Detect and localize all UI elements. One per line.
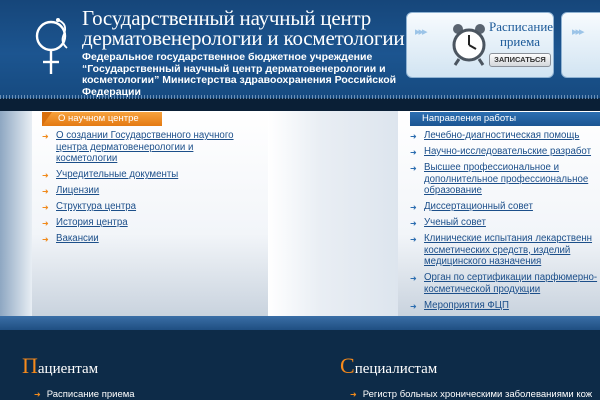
tab-work-directions[interactable]: Направления работы (410, 112, 600, 126)
arrow-bullet-icon: ➜ (410, 164, 417, 173)
fcp-events-link[interactable]: Мероприятия ФЦП (424, 300, 509, 311)
arrow-bullet-icon: ➜ (42, 187, 49, 196)
list-item: ➜ Учредительные документы (42, 169, 257, 181)
second-widget[interactable]: ▸▸▸ (561, 12, 600, 78)
list-item: ➜ О создании Государственного научного це… (42, 130, 257, 165)
arrow-bullet-icon: ➜ (350, 390, 357, 399)
arrow-bullet-icon: ➜ (42, 235, 49, 244)
signup-button[interactable]: ЗАПИСАТЬСЯ (489, 53, 551, 67)
blue-band (0, 316, 600, 330)
schedule-widget[interactable]: ▸▸▸ Расписание приема ЗАПИСАТЬСЯ (406, 12, 554, 78)
alarm-clock-icon (452, 24, 486, 66)
specialists-heading[interactable]: Специалистам (340, 353, 438, 379)
panel-mid-divider (268, 111, 398, 316)
site-title-line2: дерматовенерологии и косметологии (82, 26, 405, 50)
patients-initial: П (22, 353, 38, 378)
list-item: ➜ Вакансии (42, 233, 257, 245)
specialists-item-label: Регистр больных хроническими заболевания… (362, 389, 593, 400)
list-item: ➜ Ученый совет (410, 217, 600, 229)
medical-care-link[interactable]: Лечебно-диагностическая помощь (424, 130, 579, 141)
medical-logo-icon[interactable] (34, 14, 76, 78)
list-item: ➜ Диссертационный совет (410, 201, 600, 213)
arrow-bullet-icon: ➜ (410, 148, 417, 157)
list-item: ➜ Орган по сертификации парфюмерно- косме… (410, 272, 600, 295)
arrow-bullet-icon: ➜ (410, 219, 417, 228)
arrow-bullet-icon: ➜ (410, 235, 417, 244)
list-item: ➜ Мероприятия ФЦП (410, 300, 600, 312)
arrow-bullet-icon: ➜ (42, 171, 49, 180)
dissertation-council-link[interactable]: Диссертационный совет (424, 201, 533, 212)
arrows-icon: ▸▸▸ (572, 26, 585, 38)
academic-council-link[interactable]: Ученый совет (424, 217, 486, 228)
list-item: ➜ История центра (42, 217, 257, 229)
arrow-bullet-icon: ➜ (42, 219, 49, 228)
site-title-line1: Государственный научный центр (82, 6, 372, 30)
schedule-title: Расписание приема (489, 19, 554, 49)
list-item: ➜ Высшее профессиональное и дополнительно… (410, 162, 600, 197)
list-item: ➜ Лицензии (42, 185, 257, 197)
work-directions-list: ➜ Лечебно-диагностическая помощь ➜ Научно-… (410, 130, 600, 316)
dark-bar (0, 99, 600, 111)
clinical-trials-link[interactable]: Клинические испытания лекарственн космет… (424, 233, 592, 267)
tab-about-center[interactable]: О научном центре (42, 112, 162, 126)
arrow-bullet-icon: ➜ (410, 274, 417, 283)
patients-rest: ациентам (37, 361, 99, 377)
arrow-bullet-icon: ➜ (410, 301, 417, 311)
patients-item[interactable]: ➜ Расписание приема (34, 389, 135, 400)
schedule-title-line2: приема (499, 34, 541, 49)
specialists-rest: пециалистам (354, 361, 438, 377)
specialists-initial: С (340, 353, 355, 378)
patients-heading[interactable]: Пациентам (22, 353, 99, 379)
licenses-link[interactable]: Лицензии (56, 185, 99, 196)
site-header: Государственный научный центр дерматовен… (0, 0, 600, 98)
structure-link[interactable]: Структура центра (56, 201, 136, 212)
patients-item-label: Расписание приема (46, 389, 135, 400)
site-subtitle: Федеральное государственное бюджетное уч… (82, 51, 397, 98)
schedule-title-line1: Расписание (489, 19, 554, 34)
founding-documents-link[interactable]: Учредительные документы (56, 169, 178, 180)
list-item: ➜ Научно-исследовательские разработ (410, 146, 600, 158)
about-center-list: ➜ О создании Государственного научного це… (42, 130, 257, 249)
specialists-item[interactable]: ➜ Регистр больных хроническими заболевани… (350, 389, 592, 400)
arrow-bullet-icon: ➜ (34, 390, 41, 399)
arrow-bullet-icon: ➜ (410, 203, 417, 212)
list-item: ➜ Лечебно-диагностическая помощь (410, 130, 600, 142)
research-link[interactable]: Научно-исследовательские разработ (424, 146, 591, 157)
history-link[interactable]: История центра (56, 217, 128, 228)
arrow-bullet-icon: ➜ (42, 203, 49, 212)
arrow-bullet-icon: ➜ (42, 132, 49, 141)
arrow-bullet-icon: ➜ (410, 132, 417, 141)
list-item: ➜ Клинические испытания лекарственн косме… (410, 233, 600, 268)
list-item: ➜ Структура центра (42, 201, 257, 213)
panel-left-edge (0, 111, 32, 316)
vacancies-link[interactable]: Вакансии (56, 233, 99, 244)
about-creation-link[interactable]: О создании Государственного научного цен… (56, 130, 234, 164)
certification-link[interactable]: Орган по сертификации парфюмерно- космет… (424, 272, 597, 295)
education-link[interactable]: Высшее профессиональное и дополнительное… (424, 162, 588, 196)
site-title[interactable]: Государственный научный центр дерматовен… (82, 6, 405, 50)
arrows-icon: ▸▸▸ (415, 26, 428, 38)
